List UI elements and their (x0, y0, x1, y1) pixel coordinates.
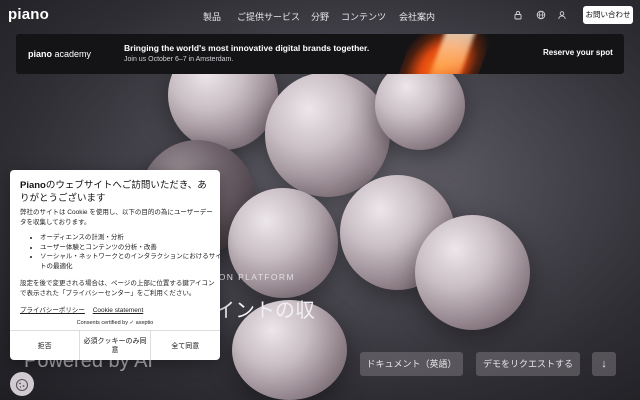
essential-only-button[interactable]: 必須クッキーのみ同意 (79, 331, 149, 360)
list-item: ユーザー体験とコンテンツの分析・改善 (40, 243, 220, 253)
accept-all-button[interactable]: 全て同意 (149, 331, 220, 360)
piano-logo[interactable]: piano (8, 6, 49, 23)
cookie-links: プライバシーポリシー Cookie statement (20, 304, 149, 314)
consent-certification: Consents certified by ✓ axeptio (76, 320, 154, 326)
docs-button[interactable]: ドキュメント（英語） (360, 352, 463, 376)
piano-academy-logo: piano academy (28, 49, 92, 59)
scroll-down-button[interactable]: ↓ (592, 352, 616, 376)
arrow-down-icon: ↓ (601, 358, 607, 370)
main-menu: 製品 ご提供サービス 分野 コンテンツ 会社案内 (203, 10, 439, 23)
sphere (265, 72, 390, 197)
cookie-icon (15, 377, 29, 391)
nav-item-content[interactable]: コンテンツ (341, 10, 399, 23)
cookie-settings-note: 設定を後で変更される場合は、ページの上部に位置する鍵アイコンで表示された「プライ… (20, 280, 215, 297)
privacy-policy-link[interactable]: プライバシーポリシー (20, 307, 85, 314)
lock-icon[interactable] (513, 10, 523, 20)
hero-eyebrow: ION PLATFORM (215, 272, 295, 282)
list-item: ソーシャル・ネットワークとのインタラクションにおけるサイトの最適化 (40, 252, 220, 271)
user-icon[interactable] (557, 10, 567, 20)
nav-item-services[interactable]: ご提供サービス (237, 10, 311, 23)
cookie-purpose-list: オーディエンスの計測・分析 ユーザー体験とコンテンツの分析・改善 ソーシャル・ネ… (30, 233, 220, 271)
list-item: オーディエンスの計測・分析 (40, 233, 220, 243)
sphere (415, 215, 530, 330)
cookie-intro: 弊社のサイトは Cookie を使用し、以下の目的の為にユーザーデータを収集して… (20, 209, 213, 226)
cookie-statement-link[interactable]: Cookie statement (93, 307, 144, 314)
cookie-title: Pianoのウェブサイトへご訪問いただき、ありがとうございます (20, 180, 207, 204)
event-banner[interactable]: piano academy Bringing the world's most … (16, 34, 624, 74)
reserve-spot-link[interactable]: Reserve your spot (543, 48, 613, 57)
nav-item-company[interactable]: 会社案内 (399, 10, 439, 23)
reject-button[interactable]: 拒否 (10, 331, 79, 360)
banner-subtitle: Join us October 6–7 in Amsterdam. (124, 56, 234, 63)
hero-headline: イントの収 (215, 300, 315, 322)
nav-item-industries[interactable]: 分野 (311, 10, 341, 23)
top-nav: piano 製品 ご提供サービス 分野 コンテンツ 会社案内 お問い合わせ (0, 0, 640, 30)
request-demo-button[interactable]: デモをリクエストする (476, 352, 580, 376)
nav-item-products[interactable]: 製品 (203, 10, 237, 23)
banner-title: Bringing the world's most innovative dig… (124, 43, 370, 53)
globe-icon[interactable] (536, 10, 546, 20)
cookie-settings-button[interactable] (10, 372, 34, 396)
contact-button[interactable]: お問い合わせ (583, 6, 633, 24)
cookie-consent-dialog: Pianoのウェブサイトへご訪問いただき、ありがとうございます 弊社のサイトは … (10, 170, 220, 360)
cookie-buttons: 拒否 必須クッキーのみ同意 全て同意 (10, 330, 220, 360)
